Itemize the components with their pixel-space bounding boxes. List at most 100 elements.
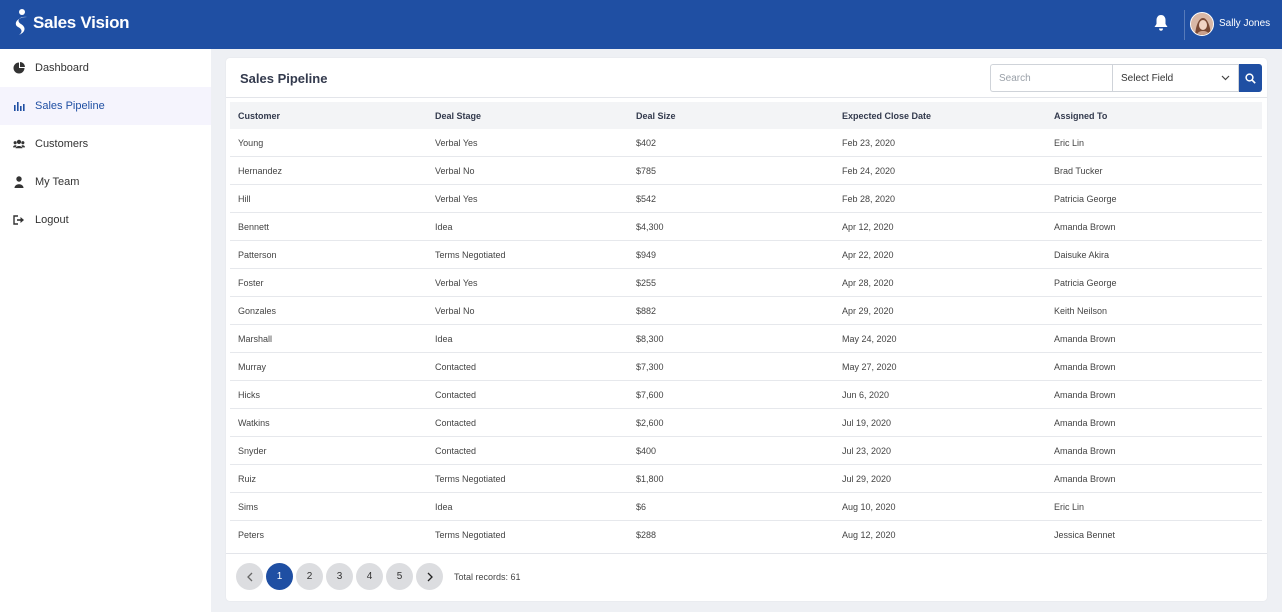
cell-expected-close-date: Jul 29, 2020 xyxy=(842,473,892,484)
page-title: Sales Pipeline xyxy=(240,71,328,86)
cell-deal-stage: Verbal No xyxy=(435,305,475,316)
cell-deal-stage: Idea xyxy=(435,221,453,232)
next-page-button[interactable] xyxy=(416,563,443,590)
pagination: 1 2 3 4 5 Total records: 61 xyxy=(236,563,521,590)
table-row[interactable]: Peters Terms Negotiated $288 Aug 12, 2020 Je… xyxy=(230,521,1262,549)
cell-deal-stage: Verbal Yes xyxy=(435,137,478,148)
table-row[interactable]: Patterson Terms Negotiated $949 Apr 22, 202… xyxy=(230,241,1262,269)
card-header-divider xyxy=(226,97,1267,98)
sidebar-item-label: Sales Pipeline xyxy=(35,100,105,112)
cell-deal-stage: Contacted xyxy=(435,361,477,372)
page-button-5[interactable]: 5 xyxy=(386,563,413,590)
table-row[interactable]: Watkins Contacted $2,600 Jul 19, 2020 Amanda… xyxy=(230,409,1262,437)
column-header-customer[interactable]: Customer xyxy=(238,111,280,121)
cell-deal-size: $255 xyxy=(636,277,657,288)
cell-deal-size: $402 xyxy=(636,137,657,148)
table-row[interactable]: Murray Contacted $7,300 May 27, 2020 Amanda … xyxy=(230,353,1262,381)
column-header-expected-close-date[interactable]: Expected Close Date xyxy=(842,111,931,121)
cell-expected-close-date: Apr 28, 2020 xyxy=(842,277,894,288)
cell-expected-close-date: May 27, 2020 xyxy=(842,361,897,372)
sidebar-item-label: Logout xyxy=(35,214,69,226)
bar-chart-icon xyxy=(13,100,25,112)
select-field-value: Select Field xyxy=(1121,72,1174,84)
sidebar-item-my-team[interactable]: My Team xyxy=(0,163,211,201)
table-row[interactable]: Bennett Idea $4,300 Apr 12, 2020 Amanda Brow… xyxy=(230,213,1262,241)
cell-customer: Marshall xyxy=(238,333,273,344)
cell-customer: Gonzales xyxy=(238,305,277,316)
cell-assigned-to: Patricia George xyxy=(1054,193,1117,204)
column-header-deal-stage[interactable]: Deal Stage xyxy=(435,111,481,121)
cell-assigned-to: Amanda Brown xyxy=(1054,221,1116,232)
cell-deal-stage: Verbal Yes xyxy=(435,193,478,204)
cell-deal-stage: Contacted xyxy=(435,389,477,400)
search-icon xyxy=(1245,72,1256,84)
cell-deal-size: $7,300 xyxy=(636,361,664,372)
table-row[interactable]: Young Verbal Yes $402 Feb 23, 2020 Eric Lin xyxy=(230,129,1262,157)
cell-deal-stage: Terms Negotiated xyxy=(435,249,506,260)
cell-expected-close-date: Apr 29, 2020 xyxy=(842,305,894,316)
cell-assigned-to: Brad Tucker xyxy=(1054,165,1103,176)
cell-assigned-to: Daisuke Akira xyxy=(1054,249,1110,260)
page-button-1[interactable]: 1 xyxy=(266,563,293,590)
table-row[interactable]: Marshall Idea $8,300 May 24, 2020 Amanda Bro… xyxy=(230,325,1262,353)
cell-deal-size: $7,600 xyxy=(636,389,664,400)
table-row[interactable]: Hill Verbal Yes $542 Feb 28, 2020 Patricia G… xyxy=(230,185,1262,213)
sidebar: Dashboard Sales Pipeline Customers My Te… xyxy=(0,49,211,612)
cell-assigned-to: Eric Lin xyxy=(1054,137,1085,148)
cell-customer: Foster xyxy=(238,277,264,288)
cell-deal-stage: Idea xyxy=(435,333,453,344)
table-row[interactable]: Sims Idea $6 Aug 10, 2020 Eric Lin xyxy=(230,493,1262,521)
column-header-deal-size[interactable]: Deal Size xyxy=(636,111,676,121)
select-field-dropdown[interactable]: Select Field xyxy=(1112,64,1239,92)
sidebar-item-logout[interactable]: Logout xyxy=(0,201,211,239)
table-row[interactable]: Hicks Contacted $7,600 Jun 6, 2020 Amanda Br… xyxy=(230,381,1262,409)
table-row[interactable]: Ruiz Terms Negotiated $1,800 Jul 29, 2020 Am… xyxy=(230,465,1262,493)
cell-expected-close-date: Feb 23, 2020 xyxy=(842,137,896,148)
sidebar-item-customers[interactable]: Customers xyxy=(0,125,211,163)
page-button-4[interactable]: 4 xyxy=(356,563,383,590)
search-button[interactable] xyxy=(1239,64,1262,92)
table-row[interactable]: Foster Verbal Yes $255 Apr 28, 2020 Patricia… xyxy=(230,269,1262,297)
total-records: Total records: 61 xyxy=(454,571,521,582)
cell-customer: Peters xyxy=(238,530,265,540)
sidebar-item-label: Customers xyxy=(35,138,89,150)
user-name[interactable]: Sally Jones xyxy=(1219,18,1270,29)
previous-page-button[interactable] xyxy=(236,563,263,590)
cell-deal-size: $542 xyxy=(636,193,657,204)
search-input[interactable] xyxy=(990,64,1113,92)
cell-assigned-to: Amanda Brown xyxy=(1054,417,1116,428)
card-footer-divider xyxy=(226,553,1267,554)
cell-deal-size: $288 xyxy=(636,530,657,540)
table-row[interactable]: Hernandez Verbal No $785 Feb 24, 2020 Brad T… xyxy=(230,157,1262,185)
cell-assigned-to: Amanda Brown xyxy=(1054,333,1116,344)
cell-assigned-to: Amanda Brown xyxy=(1054,389,1116,400)
cell-assigned-to: Patricia George xyxy=(1054,277,1117,288)
cell-deal-size: $400 xyxy=(636,445,657,456)
cell-deal-size: $8,300 xyxy=(636,333,664,344)
topbar-divider xyxy=(1184,10,1185,40)
cell-deal-stage: Idea xyxy=(435,501,453,512)
cell-deal-stage: Contacted xyxy=(435,417,477,428)
table-row[interactable]: Snyder Contacted $400 Jul 23, 2020 Amanda Br… xyxy=(230,437,1262,465)
page-button-3[interactable]: 3 xyxy=(326,563,353,590)
notification-bell-icon[interactable] xyxy=(1153,14,1169,32)
pie-chart-icon xyxy=(13,62,25,74)
app-logo[interactable]: Sales Vision xyxy=(13,8,130,38)
page-button-2[interactable]: 2 xyxy=(296,563,323,590)
cell-deal-stage: Terms Negotiated xyxy=(435,530,506,540)
cell-expected-close-date: Feb 24, 2020 xyxy=(842,165,896,176)
cell-expected-close-date: Aug 12, 2020 xyxy=(842,530,896,540)
cell-customer: Bennett xyxy=(238,221,270,232)
cell-customer: Patterson xyxy=(238,249,277,260)
chevron-left-icon xyxy=(246,572,252,581)
cell-deal-stage: Contacted xyxy=(435,445,477,456)
chevron-down-icon xyxy=(1221,75,1230,81)
cell-customer: Hill xyxy=(238,193,251,204)
sidebar-item-sales-pipeline[interactable]: Sales Pipeline xyxy=(0,87,211,125)
user-avatar[interactable] xyxy=(1190,12,1214,36)
sidebar-item-dashboard[interactable]: Dashboard xyxy=(0,49,211,87)
column-header-assigned-to[interactable]: Assigned To xyxy=(1054,111,1107,121)
cell-deal-size: $949 xyxy=(636,249,657,260)
table-row[interactable]: Gonzales Verbal No $882 Apr 29, 2020 Keith N… xyxy=(230,297,1262,325)
cell-assigned-to: Keith Neilson xyxy=(1054,305,1108,316)
